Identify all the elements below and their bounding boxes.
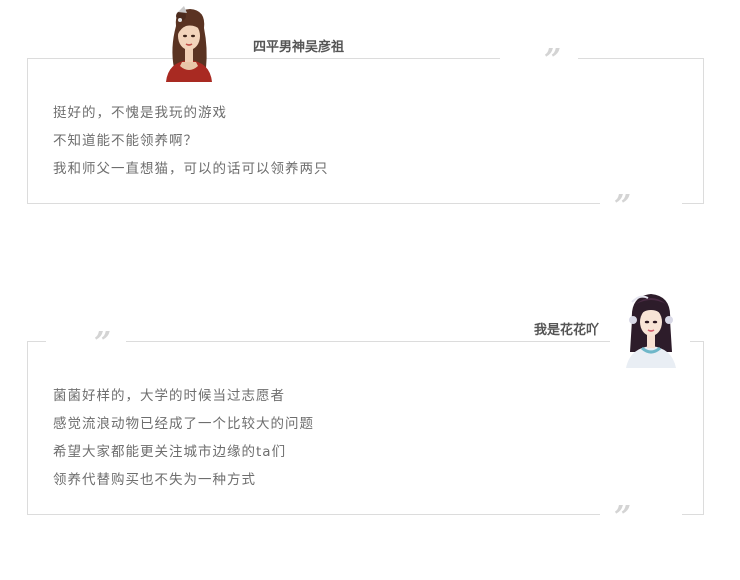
avatar [160, 4, 218, 82]
comment-line: 感觉流浪动物已经成了一个比较大的问题 [53, 416, 314, 432]
female-character-avatar-icon [166, 6, 212, 82]
comment-line: 不知道能不能领养啊？ [53, 133, 198, 149]
comment-line: 挺好的，不愧是我玩的游戏 [53, 105, 227, 121]
female-character-avatar-icon [626, 294, 676, 368]
comment-text: 挺好的，不愧是我玩的游戏 不知道能不能领养啊？ 我和师父一直想猫，可以的话可以领… [53, 99, 329, 183]
comment-line: 希望大家都能更关注城市边缘的ta们 [53, 444, 287, 460]
quote-mark-icon: ” [544, 43, 561, 78]
avatar [622, 290, 680, 368]
border-gap [46, 339, 126, 342]
username[interactable]: 我是花花吖 [534, 319, 599, 338]
border-gap [600, 513, 682, 516]
border-gap [500, 56, 578, 59]
quote-mark-icon: ” [614, 189, 631, 224]
comment-text: 菌菌好样的，大学的时候当过志愿者 感觉流浪动物已经成了一个比较大的问题 希望大家… [53, 382, 314, 494]
username[interactable]: 四平男神吴彦祖 [253, 36, 344, 55]
quote-mark-icon: ” [94, 326, 111, 361]
comment-line: 菌菌好样的，大学的时候当过志愿者 [53, 388, 285, 404]
comment-line: 我和师父一直想猫，可以的话可以领养两只 [53, 161, 329, 177]
comment-line: 领养代替购买也不失为一种方式 [53, 472, 256, 488]
quote-mark-icon: ” [614, 500, 631, 535]
border-gap [600, 202, 682, 205]
